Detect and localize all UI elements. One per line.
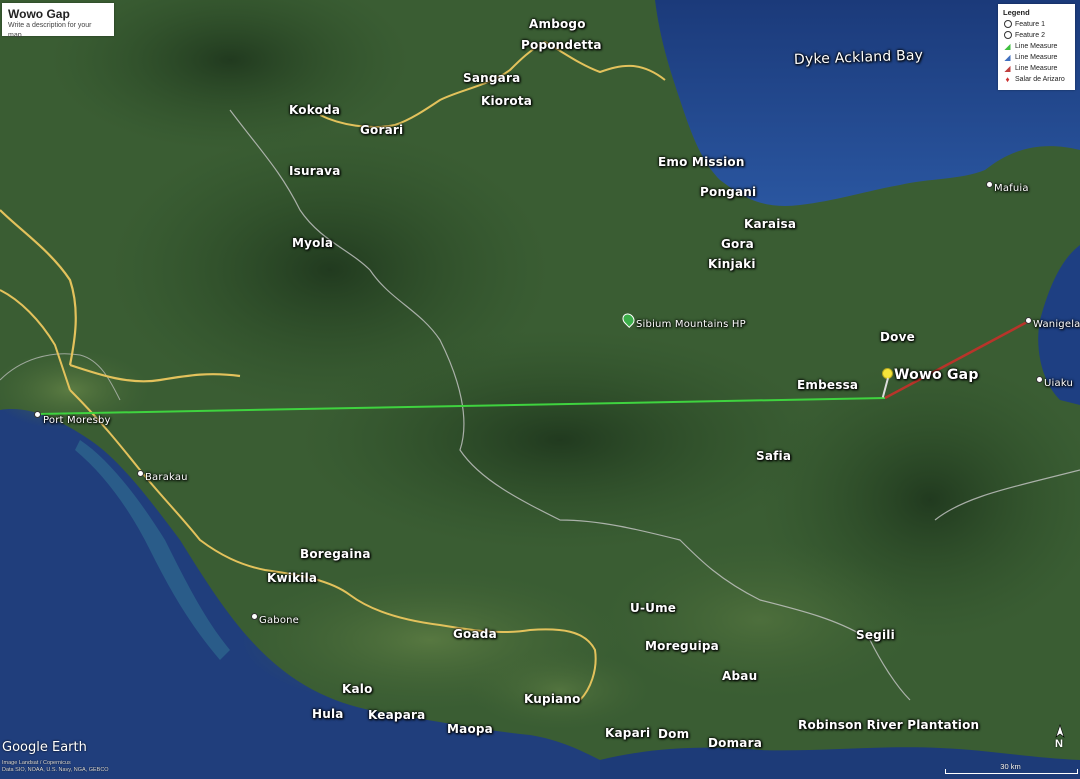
place-label-uiaku: Uiaku [1044,378,1074,389]
yellow-pushpin-icon[interactable] [880,368,894,398]
legend-item: ♦ Salar de Arizaro [1003,74,1070,85]
imagery-credits: Image Landsat / Copernicus Data SIO, NOA… [2,760,109,774]
place-label-dove: Dove [880,330,915,344]
place-label-pongani: Pongani [700,185,757,199]
place-label-maopa: Maopa [447,722,493,736]
legend-item: ◢ Line Measure [1003,41,1070,52]
satellite-map[interactable] [0,0,1080,779]
place-label-kinjaki: Kinjaki [708,257,756,271]
place-label-karaisa: Karaisa [744,217,797,231]
place-label-u-ume: U-Ume [630,601,677,615]
green-line-icon: ◢ [1004,41,1011,51]
kupiano-plain [470,650,650,730]
legend-item-label: Line Measure [1015,65,1058,72]
legend-panel: Legend Feature 1 Feature 2 ◢ Line Measur… [998,4,1075,90]
place-label-kapari: Kapari [605,726,651,740]
place-marker-port-moresby[interactable] [34,411,41,418]
place-marker-uiaku[interactable] [1036,376,1043,383]
eastern-plain [600,540,920,700]
place-label-barakau: Barakau [145,472,188,483]
place-label-domara: Domara [708,736,763,750]
legend-item-label: Line Measure [1015,43,1058,50]
legend-item-label: Feature 2 [1015,32,1045,39]
central-ridge [300,330,820,550]
place-label-segili: Segili [856,628,895,642]
legend-item: ◢ Line Measure [1003,63,1070,74]
place-label-sibium: Sibium Mountains HP [636,319,746,330]
blue-line-icon: ◢ [1004,52,1011,62]
place-label-mafuia: Mafuia [994,183,1029,194]
place-label-safia: Safia [756,449,792,463]
place-label-kupiano: Kupiano [524,692,581,706]
place-marker-wanigela[interactable] [1025,317,1032,324]
place-label-kwikila: Kwikila [267,571,318,585]
credit-line: Image Landsat / Copernicus [2,760,71,766]
place-label-embessa: Embessa [797,378,859,392]
place-label-wanigela: Wanigela [1033,319,1080,330]
legend-item: Feature 1 [1003,19,1070,30]
place-label-gorari: Gorari [360,123,404,137]
place-label-isurava: Isurava [289,164,341,178]
legend-heading: Legend [1003,8,1030,17]
place-label-dom: Dom [658,727,690,741]
map-title: Wowo Gap [8,7,70,21]
place-label-myola: Myola [292,236,334,250]
place-label-kokoda: Kokoda [289,103,341,117]
legend-item-label: Salar de Arizaro [1015,76,1065,83]
north-arrow-icon[interactable]: N [1050,724,1070,752]
place-marker-mafuia[interactable] [986,181,993,188]
place-marker-gabone[interactable] [251,613,258,620]
place-label-boregaina: Boregaina [300,547,371,561]
place-label-kiorota: Kiorota [481,94,533,108]
place-label-gabone: Gabone [259,615,300,626]
place-label-kalo: Kalo [342,682,373,696]
place-label-moreguipa: Moreguipa [645,639,719,653]
credit-line: Data SIO, NOAA, U.S. Navy, NGA, GEBCO [2,767,109,773]
hollow-circle-icon [1003,19,1012,30]
red-line-icon: ◢ [1004,63,1011,73]
place-label-robinson: Robinson River Plantation [798,718,980,732]
place-label-goada: Goada [453,627,497,641]
place-label-wowo-gap: Wowo Gap [894,367,979,383]
legend-item-label: Feature 1 [1015,21,1045,28]
legend-item: Feature 2 [1003,30,1070,41]
legend-item-label: Line Measure [1015,54,1058,61]
place-label-ambogo: Ambogo [529,17,586,31]
place-marker-barakau[interactable] [137,470,144,477]
map-description[interactable]: Write a description for your map. [8,21,108,41]
place-label-keapara: Keapara [368,708,426,722]
hollow-circle-icon [1003,30,1012,41]
scale-bar: 30 km [945,762,1078,774]
red-pin-icon: ♦ [1005,74,1010,84]
place-label-port-moresby: Port Moresby [43,415,111,426]
place-label-abau: Abau [722,669,758,683]
legend-item: ◢ Line Measure [1003,52,1070,63]
scale-bar-line [945,769,1078,774]
google-earth-logo: Google Earth [2,740,87,755]
place-label-popondetta: Popondetta [521,38,602,52]
place-label-sangara: Sangara [463,71,521,85]
place-label-hula: Hula [312,707,344,721]
north-label: N [1055,738,1063,750]
map-title-card[interactable]: Wowo Gap Write a description for your ma… [2,3,114,39]
place-label-gora: Gora [721,237,754,251]
place-label-emo-mission: Emo Mission [658,155,745,169]
